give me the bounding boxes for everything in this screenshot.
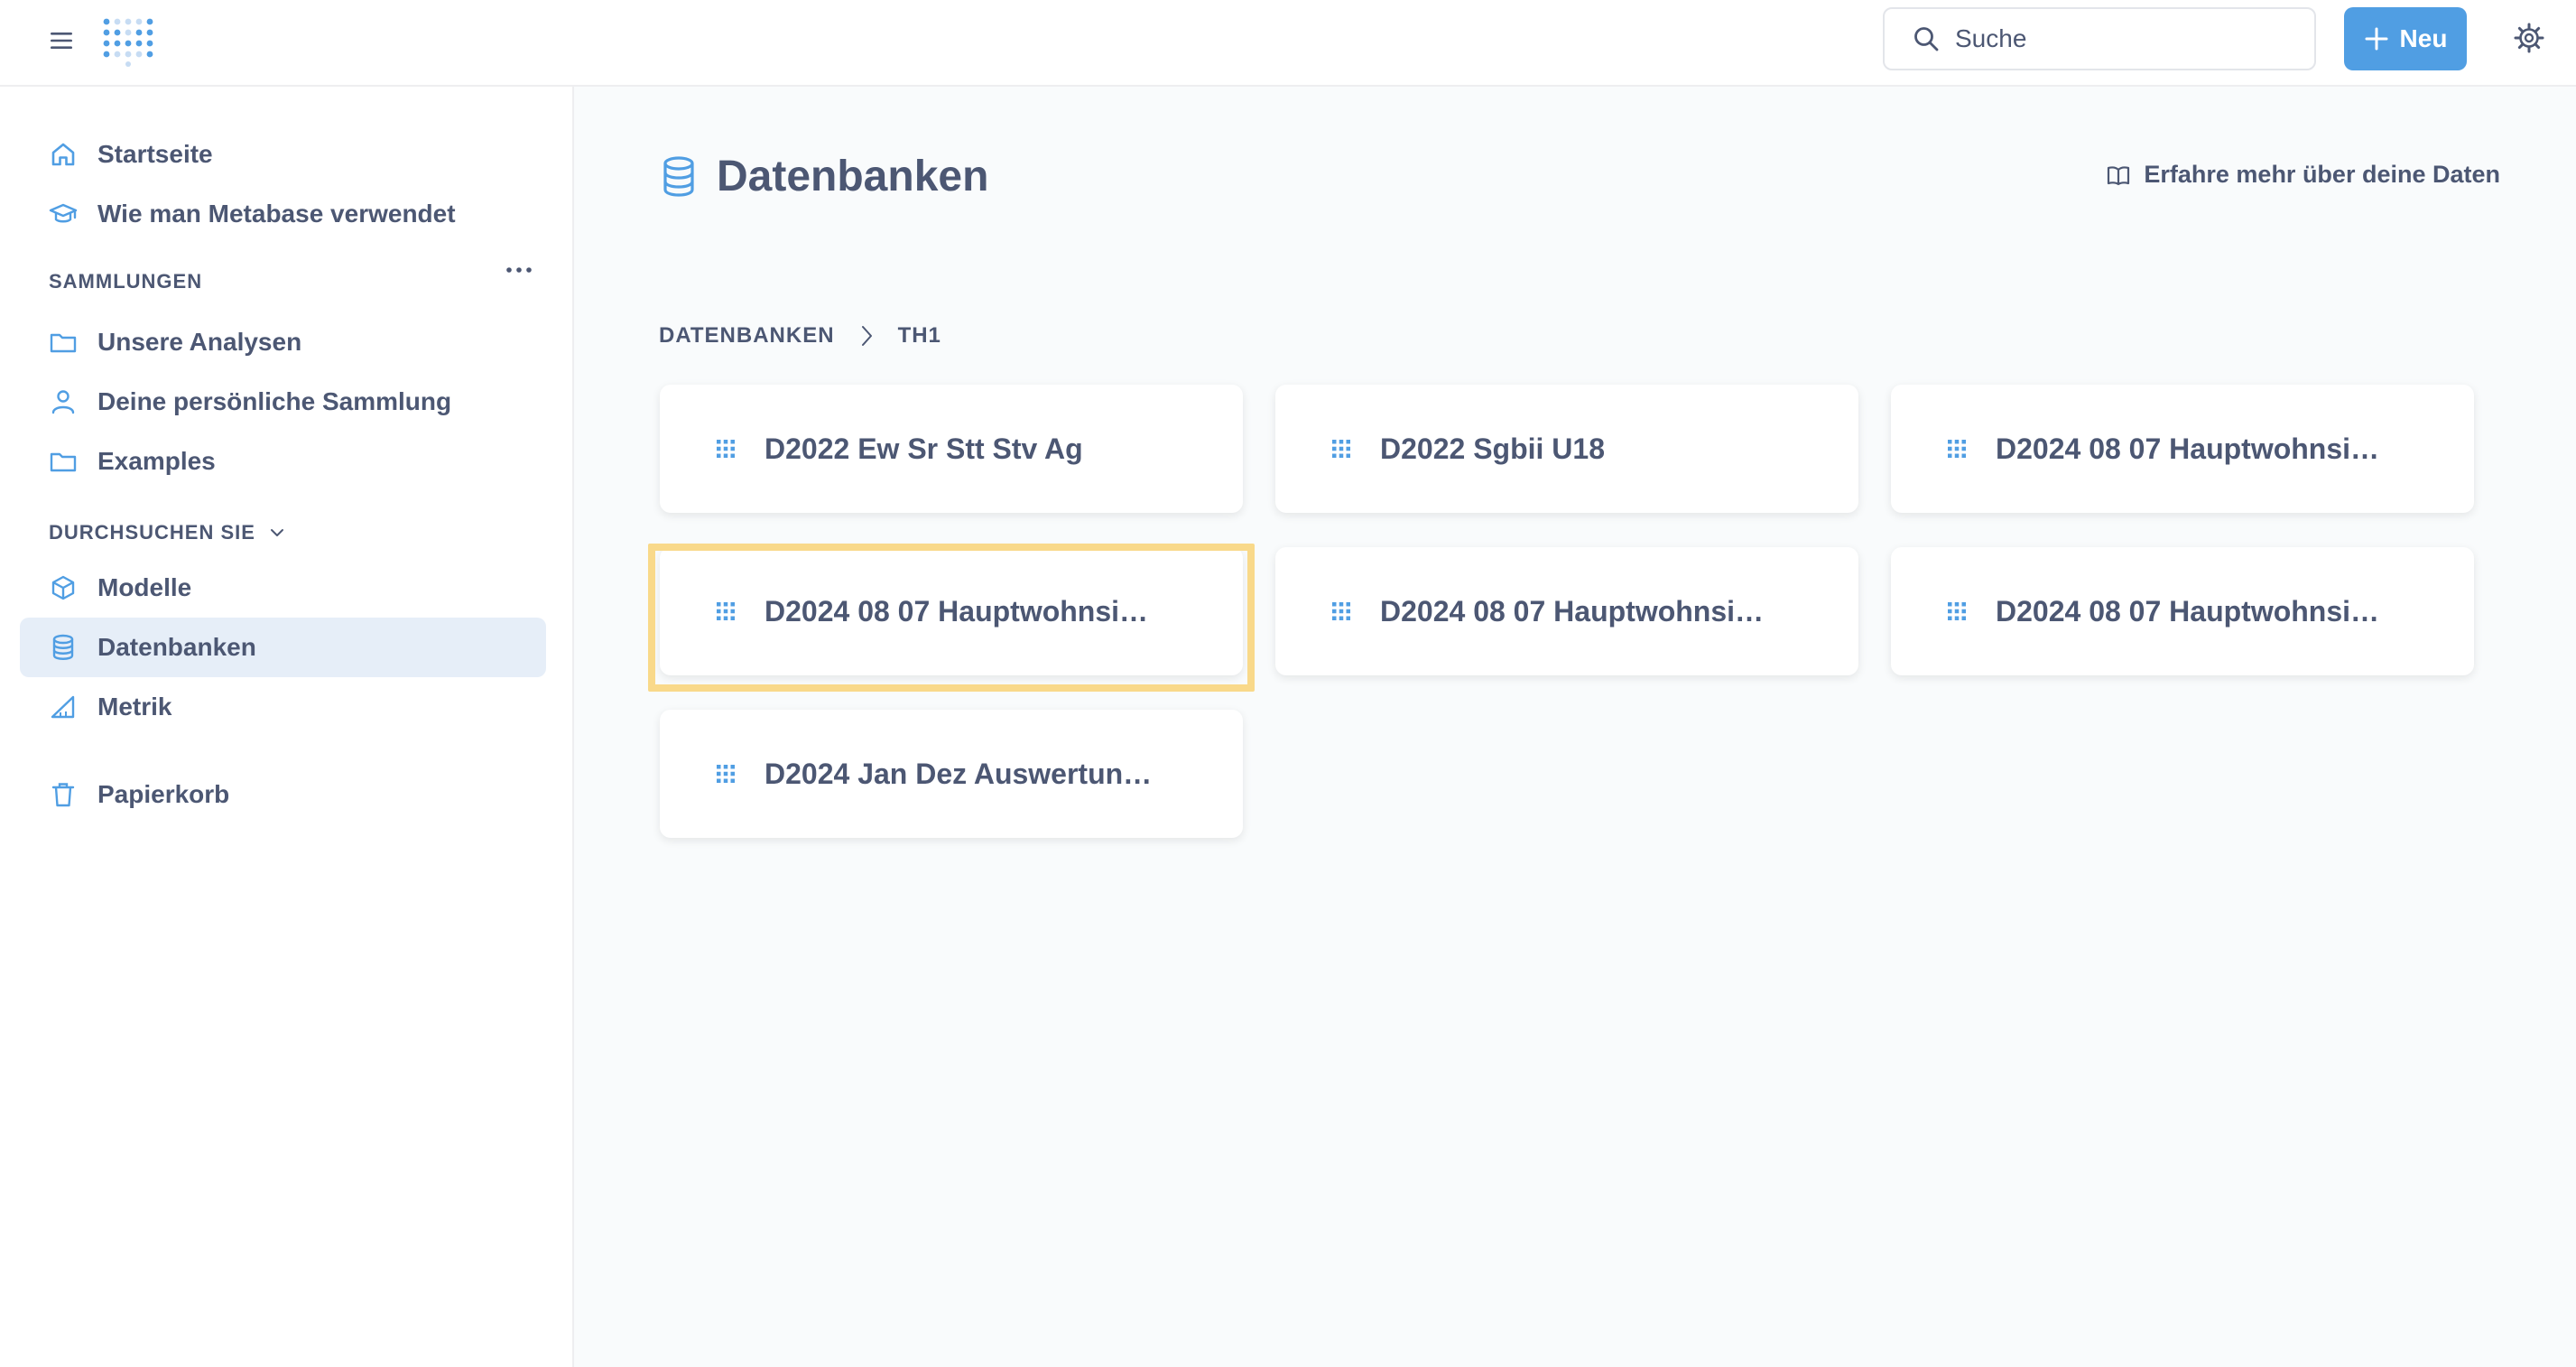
browse-section-toggle[interactable]: DURCHSUCHEN SIE (49, 521, 286, 544)
sidebar-item-label: Datenbanken (97, 633, 256, 661)
table-card[interactable]: D2022 Ew Sr Stt Stv Ag (660, 385, 1243, 513)
folder-icon (50, 333, 77, 353)
sidebar-item-label: Unsere Analysen (97, 328, 302, 356)
more-options-icon[interactable] (504, 264, 534, 276)
hamburger-menu-icon[interactable] (49, 27, 76, 54)
person-icon (51, 390, 75, 414)
trash-icon (51, 783, 75, 807)
sidebar-item-metrics[interactable]: Metrik (20, 677, 546, 737)
table-grid-icon (1332, 602, 1350, 620)
sidebar-item-label: Metrik (97, 693, 172, 721)
sidebar-item-label: Modelle (97, 573, 192, 601)
table-card[interactable]: D2024 08 07 Hauptwohnsi… (1891, 547, 2474, 675)
sidebar-item-how-to-use-metabase[interactable]: Wie man Metabase verwendet (20, 184, 546, 244)
breadcrumb-databases[interactable]: DATENBANKEN (659, 323, 835, 349)
sidebar-item-trash[interactable]: Papierkorb (20, 765, 546, 824)
table-card-title: D2024 08 07 Hauptwohnsi… (1996, 594, 2380, 628)
home-icon (51, 143, 75, 166)
table-card-title: D2022 Ew Sr Stt Stv Ag (764, 432, 1083, 465)
table-grid-icon (717, 765, 735, 783)
learn-link-label: Erfahre mehr über deine Daten (2144, 161, 2500, 188)
table-card-title: D2024 Jan Dez Auswertun… (764, 757, 1153, 790)
table-card-title: D2024 08 07 Hauptwohnsi… (764, 594, 1149, 628)
table-grid-icon (1948, 602, 1966, 620)
sidebar-item-label: Papierkorb (97, 780, 230, 808)
learn-about-data-link[interactable]: Erfahre mehr über deine Daten (2106, 161, 2500, 189)
cube-icon (51, 575, 75, 600)
sidebar-item-label: Startseite (97, 140, 213, 168)
plus-icon (2365, 27, 2388, 51)
table-grid-icon (717, 602, 735, 620)
breadcrumb-current: TH1 (897, 323, 941, 348)
folder-icon (50, 452, 77, 472)
table-card[interactable]: D2024 Jan Dez Auswertun… (660, 710, 1243, 838)
metric-icon (51, 695, 75, 719)
table-grid-icon (1332, 440, 1350, 458)
sidebar-item-our-analytics[interactable]: Unsere Analysen (20, 312, 546, 372)
collections-label: SAMMLUNGEN (49, 270, 203, 293)
search-label: Suche (1955, 24, 2027, 52)
page-title: Datenbanken (659, 152, 988, 201)
table-card[interactable]: D2024 08 07 Hauptwohnsi… (1891, 385, 2474, 513)
table-card-title: D2022 Sgbii U18 (1380, 432, 1605, 465)
table-card[interactable]: D2024 08 07 Hauptwohnsi… (660, 547, 1243, 675)
table-card-title: D2024 08 07 Hauptwohnsi… (1380, 594, 1765, 628)
breadcrumb: DATENBANKEN TH1 (659, 323, 941, 349)
page-title-text: Datenbanken (717, 153, 989, 200)
search-bar[interactable]: Suche (1883, 7, 2316, 70)
sidebar-item-home[interactable]: Startseite (20, 125, 546, 184)
sidebar-item-examples[interactable]: Examples (20, 432, 546, 491)
chevron-right-icon (861, 326, 872, 346)
book-open-icon (2108, 165, 2130, 185)
top-navigation-bar: Suche Neu (0, 0, 2576, 87)
graduation-cap-icon (49, 203, 78, 223)
metabase-logo-icon[interactable] (99, 13, 153, 67)
database-icon (663, 155, 694, 197)
sidebar-item-models[interactable]: Modelle (20, 558, 546, 618)
sidebar-item-label: Deine persönliche Sammlung (97, 387, 452, 415)
settings-gear-icon[interactable] (2514, 23, 2544, 53)
sidebar-item-label: Examples (97, 447, 216, 475)
database-icon (52, 634, 74, 660)
chevron-down-icon (270, 529, 283, 536)
new-button[interactable]: Neu (2344, 7, 2467, 70)
sidebar-item-label: Wie man Metabase verwendet (97, 200, 456, 228)
table-card[interactable]: D2022 Sgbii U18 (1275, 385, 1858, 513)
table-card[interactable]: D2024 08 07 Hauptwohnsi… (1275, 547, 1858, 675)
sidebar: Startseite Wie man Metabase verwendet SA… (0, 87, 574, 1367)
table-card-title: D2024 08 07 Hauptwohnsi… (1996, 432, 2380, 465)
new-button-label: Neu (2399, 24, 2448, 52)
browse-label: DURCHSUCHEN SIE (49, 521, 255, 544)
sidebar-item-databases[interactable]: Datenbanken (20, 618, 546, 677)
main-content: Datenbanken Erfahre mehr über deine Date… (576, 87, 2576, 1367)
search-icon (1914, 27, 1939, 51)
table-grid-icon (1948, 440, 1966, 458)
collections-section-label: SAMMLUNGEN (49, 270, 202, 293)
table-grid-icon (717, 440, 735, 458)
sidebar-item-personal-collection[interactable]: Deine persönliche Sammlung (20, 372, 546, 432)
